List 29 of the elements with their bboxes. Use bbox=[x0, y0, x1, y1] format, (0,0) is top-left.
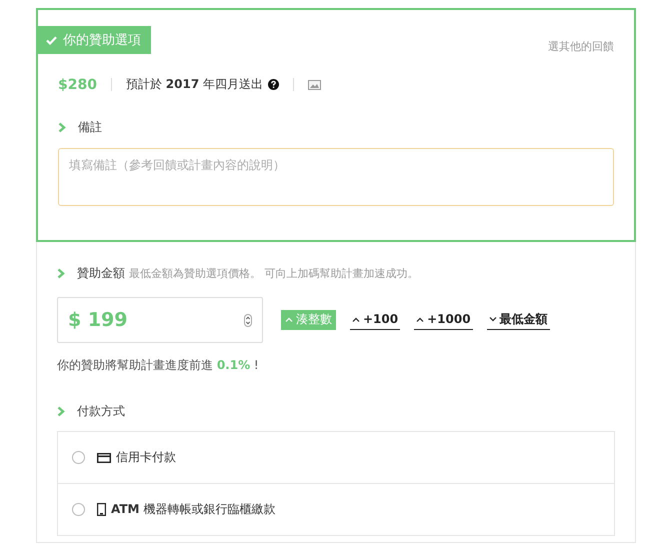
note-field[interactable]: 填寫備註（參考回饋或計畫內容的說明） bbox=[58, 148, 614, 206]
note-label: 備註 bbox=[78, 119, 102, 136]
amount-button[interactable]: 最低金額 bbox=[486, 310, 550, 330]
caret-up-icon bbox=[285, 317, 293, 322]
amount-button[interactable]: +1000 bbox=[414, 310, 473, 330]
payment-label: 付款方式 bbox=[77, 403, 125, 420]
amount-label: 贊助金額 bbox=[77, 265, 125, 282]
amount-button[interactable]: +100 bbox=[350, 310, 400, 330]
chevron-icon bbox=[57, 406, 65, 417]
help-icon[interactable] bbox=[268, 79, 280, 90]
reward-price: $280 bbox=[58, 76, 97, 92]
image-icon[interactable] bbox=[308, 80, 322, 90]
radio-button[interactable] bbox=[72, 451, 85, 464]
spinner-icon[interactable] bbox=[244, 314, 252, 326]
caret-down-icon bbox=[488, 316, 497, 322]
chevron-icon bbox=[57, 268, 65, 279]
device-icon bbox=[97, 503, 106, 516]
amount-hint: 最低金額為贊助選項價格。 可向上加碼幫助計畫加速成功。 bbox=[129, 266, 418, 281]
check-icon bbox=[46, 36, 57, 44]
selected-reward-badge: 你的贊助選項 bbox=[38, 26, 151, 54]
caret-up-icon bbox=[352, 316, 360, 322]
delivery-date: 預計於 2017 年四月送出 bbox=[126, 76, 264, 93]
payment-option[interactable]: 信用卡付款 bbox=[116, 449, 176, 466]
progress-text: 你的贊助將幫助計畫進度前進 0.1% ! bbox=[56, 357, 260, 374]
chevron-icon bbox=[58, 122, 66, 133]
credit-card-icon bbox=[97, 452, 111, 462]
caret-up-icon bbox=[416, 316, 424, 322]
payment-option[interactable]: ATM 機器轉帳或銀行臨櫃繳款 bbox=[111, 501, 276, 518]
radio-button[interactable] bbox=[72, 503, 85, 516]
